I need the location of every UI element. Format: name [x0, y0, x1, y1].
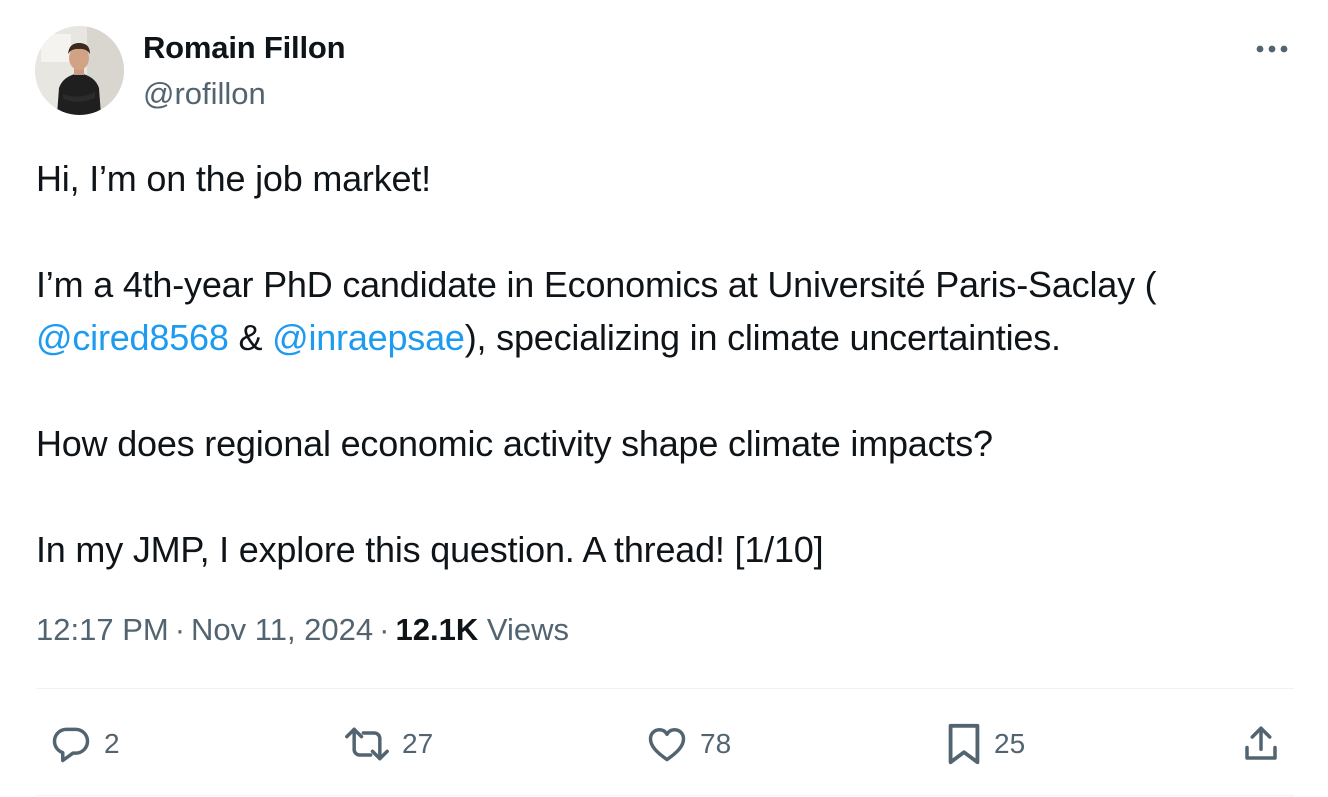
share-button[interactable]	[1240, 720, 1282, 768]
tweet-text: Hi, I’m on the job market! I’m a 4th-yea…	[36, 152, 1296, 576]
avatar[interactable]	[35, 26, 124, 115]
divider	[36, 795, 1294, 796]
tweet-text-segment: ), specializing in climate uncertainties…	[464, 317, 1061, 358]
retweet-button[interactable]: 27	[342, 720, 433, 768]
retweet-count: 27	[402, 728, 434, 759]
views-count[interactable]: 12.1K	[395, 612, 478, 647]
reply-count: 2	[104, 728, 120, 759]
bookmark-icon	[948, 723, 980, 765]
tweet-paragraph: I’m a 4th-year PhD candidate in Economic…	[36, 258, 1296, 364]
author-handle[interactable]: @rofillon	[143, 76, 266, 112]
mention-link-cired[interactable]: @cired8568	[36, 317, 229, 358]
tweet: Romain Fillon @rofillon Hi, I’m on the j…	[0, 0, 1328, 797]
meta-separator: ·	[379, 612, 390, 647]
tweet-text-segment: I’m a 4th-year PhD candidate in Economic…	[36, 264, 1157, 305]
author-display-name[interactable]: Romain Fillon	[143, 30, 346, 66]
bookmark-button[interactable]: 25	[944, 720, 1025, 768]
reply-button[interactable]: 2	[48, 720, 120, 768]
more-options-button[interactable]	[1252, 36, 1292, 62]
views-label[interactable]: Views	[487, 612, 569, 647]
tweet-time[interactable]: 12:17 PM	[36, 612, 169, 647]
reply-icon	[52, 727, 90, 763]
tweet-metadata: 12:17 PM · Nov 11, 2024 · 12.1K Views	[36, 612, 569, 648]
like-count: 78	[700, 728, 732, 759]
tweet-paragraph: In my JMP, I explore this question. A th…	[36, 529, 824, 570]
tweet-date[interactable]: Nov 11, 2024	[191, 612, 373, 647]
tweet-text-segment: &	[228, 317, 273, 358]
like-button[interactable]: 78	[644, 720, 731, 768]
more-icon	[1256, 45, 1288, 53]
meta-separator: ·	[174, 612, 186, 647]
bookmark-count: 25	[994, 728, 1026, 759]
tweet-paragraph: Hi, I’m on the job market!	[36, 158, 431, 199]
like-icon	[648, 727, 686, 762]
tweet-paragraph: How does regional economic activity shap…	[36, 423, 993, 464]
retweet-icon	[345, 727, 389, 761]
avatar-image	[35, 26, 124, 115]
mention-link-inraepsae[interactable]: @inraepsae	[272, 317, 465, 358]
share-icon	[1245, 726, 1277, 760]
divider	[36, 688, 1294, 689]
